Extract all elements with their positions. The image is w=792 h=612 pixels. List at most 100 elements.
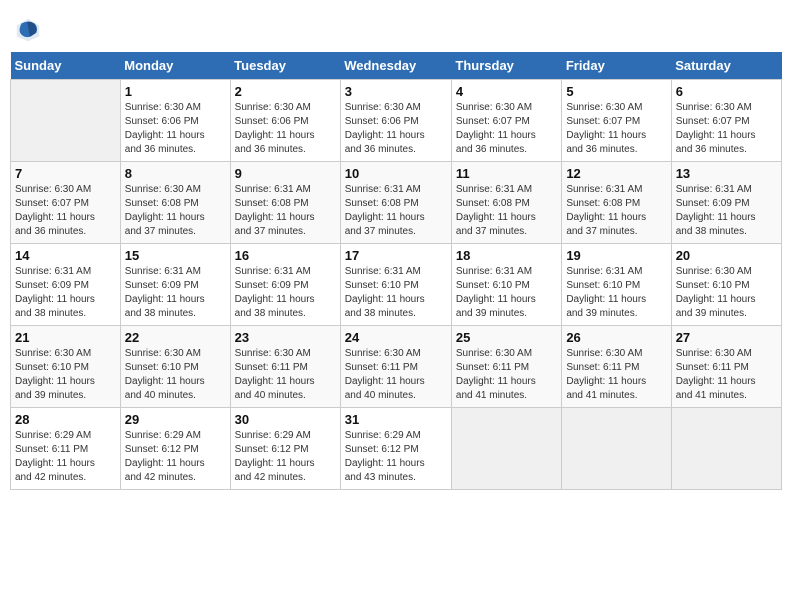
day-number: 8 (125, 166, 226, 181)
day-number: 4 (456, 84, 557, 99)
header-sunday: Sunday (11, 52, 121, 80)
day-number: 3 (345, 84, 447, 99)
day-info: Sunrise: 6:31 AM Sunset: 6:08 PM Dayligh… (235, 183, 336, 239)
calendar-cell: 24 Sunrise: 6:30 AM Sunset: 6:11 PM Dayli… (340, 326, 451, 408)
day-number: 16 (235, 248, 336, 263)
calendar-cell: 13Sunrise: 6:31 AM Sunset: 6:09 PM Dayli… (671, 162, 781, 244)
day-number: 13 (676, 166, 777, 181)
calendar-cell: 1 Sunrise: 6:30 AM Sunset: 6:06 PM Daylig… (120, 80, 230, 162)
day-number: 27 (676, 330, 777, 345)
calendar-week-row: 1 Sunrise: 6:30 AM Sunset: 6:06 PM Daylig… (11, 80, 782, 162)
calendar-cell: 20 Sunrise: 6:30 AM Sunset: 6:10 PM Dayli… (671, 244, 781, 326)
calendar-cell: 4 Sunrise: 6:30 AM Sunset: 6:07 PM Daylig… (451, 80, 561, 162)
day-number: 18 (456, 248, 557, 263)
day-info: Sunrise: 6:30 AM Sunset: 6:07 PM Dayligh… (456, 101, 557, 157)
day-info: Sunrise: 6:30 AM Sunset: 6:11 PM Dayligh… (456, 347, 557, 403)
calendar-cell: 28 Sunrise: 6:29 AM Sunset: 6:11 PM Dayli… (11, 408, 121, 490)
day-info: Sunrise: 6:30 AM Sunset: 6:06 PM Dayligh… (345, 101, 447, 157)
calendar-cell: 31 Sunrise: 6:29 AM Sunset: 6:12 PM Dayli… (340, 408, 451, 490)
calendar-cell: 27 Sunrise: 6:30 AM Sunset: 6:11 PM Dayli… (671, 326, 781, 408)
calendar-week-row: 21Sunrise: 6:30 AM Sunset: 6:10 PM Dayli… (11, 326, 782, 408)
day-number: 31 (345, 412, 447, 427)
day-number: 10 (345, 166, 447, 181)
header-monday: Monday (120, 52, 230, 80)
calendar-cell: 5Sunrise: 6:30 AM Sunset: 6:07 PM Daylig… (562, 80, 671, 162)
calendar-cell: 8 Sunrise: 6:30 AM Sunset: 6:08 PM Daylig… (120, 162, 230, 244)
day-number: 6 (676, 84, 777, 99)
day-info: Sunrise: 6:31 AM Sunset: 6:08 PM Dayligh… (566, 183, 666, 239)
calendar-cell: 12 Sunrise: 6:31 AM Sunset: 6:08 PM Dayli… (562, 162, 671, 244)
calendar-cell (562, 408, 671, 490)
header-thursday: Thursday (451, 52, 561, 80)
day-number: 19 (566, 248, 666, 263)
calendar-cell (671, 408, 781, 490)
calendar-cell: 19 Sunrise: 6:31 AM Sunset: 6:10 PM Dayli… (562, 244, 671, 326)
day-info: Sunrise: 6:31 AM Sunset: 6:10 PM Dayligh… (456, 265, 557, 321)
day-info: Sunrise: 6:30 AM Sunset: 6:11 PM Dayligh… (676, 347, 777, 403)
logo-icon (14, 16, 42, 44)
header-saturday: Saturday (671, 52, 781, 80)
calendar-cell: 14 Sunrise: 6:31 AM Sunset: 6:09 PM Dayli… (11, 244, 121, 326)
calendar-cell: 18 Sunrise: 6:31 AM Sunset: 6:10 PM Dayli… (451, 244, 561, 326)
day-number: 9 (235, 166, 336, 181)
calendar-cell: 21Sunrise: 6:30 AM Sunset: 6:10 PM Dayli… (11, 326, 121, 408)
day-info: Sunrise: 6:31 AM Sunset: 6:08 PM Dayligh… (345, 183, 447, 239)
day-number: 1 (125, 84, 226, 99)
day-number: 20 (676, 248, 777, 263)
day-info: Sunrise: 6:29 AM Sunset: 6:12 PM Dayligh… (235, 429, 336, 485)
calendar-cell: 29Sunrise: 6:29 AM Sunset: 6:12 PM Dayli… (120, 408, 230, 490)
day-info: Sunrise: 6:30 AM Sunset: 6:08 PM Dayligh… (125, 183, 226, 239)
day-info: Sunrise: 6:30 AM Sunset: 6:11 PM Dayligh… (235, 347, 336, 403)
calendar-cell: 6 Sunrise: 6:30 AM Sunset: 6:07 PM Daylig… (671, 80, 781, 162)
day-number: 22 (125, 330, 226, 345)
calendar-cell (451, 408, 561, 490)
day-number: 14 (15, 248, 116, 263)
calendar-table: SundayMondayTuesdayWednesdayThursdayFrid… (10, 52, 782, 490)
day-info: Sunrise: 6:30 AM Sunset: 6:06 PM Dayligh… (125, 101, 226, 157)
day-number: 2 (235, 84, 336, 99)
day-info: Sunrise: 6:30 AM Sunset: 6:07 PM Dayligh… (15, 183, 116, 239)
day-info: Sunrise: 6:29 AM Sunset: 6:12 PM Dayligh… (345, 429, 447, 485)
day-info: Sunrise: 6:30 AM Sunset: 6:07 PM Dayligh… (676, 101, 777, 157)
day-info: Sunrise: 6:29 AM Sunset: 6:11 PM Dayligh… (15, 429, 116, 485)
calendar-cell: 16Sunrise: 6:31 AM Sunset: 6:09 PM Dayli… (230, 244, 340, 326)
day-number: 28 (15, 412, 116, 427)
calendar-cell: 3 Sunrise: 6:30 AM Sunset: 6:06 PM Daylig… (340, 80, 451, 162)
day-number: 15 (125, 248, 226, 263)
page-header (10, 10, 782, 44)
calendar-cell: 9 Sunrise: 6:31 AM Sunset: 6:08 PM Daylig… (230, 162, 340, 244)
day-info: Sunrise: 6:30 AM Sunset: 6:06 PM Dayligh… (235, 101, 336, 157)
calendar-cell: 22Sunrise: 6:30 AM Sunset: 6:10 PM Dayli… (120, 326, 230, 408)
day-number: 11 (456, 166, 557, 181)
day-number: 7 (15, 166, 116, 181)
day-number: 12 (566, 166, 666, 181)
day-info: Sunrise: 6:31 AM Sunset: 6:09 PM Dayligh… (125, 265, 226, 321)
calendar-cell: 23 Sunrise: 6:30 AM Sunset: 6:11 PM Dayli… (230, 326, 340, 408)
day-info: Sunrise: 6:29 AM Sunset: 6:12 PM Dayligh… (125, 429, 226, 485)
calendar-cell (11, 80, 121, 162)
day-info: Sunrise: 6:30 AM Sunset: 6:07 PM Dayligh… (566, 101, 666, 157)
calendar-header-row: SundayMondayTuesdayWednesdayThursdayFrid… (11, 52, 782, 80)
header-friday: Friday (562, 52, 671, 80)
calendar-cell: 30Sunrise: 6:29 AM Sunset: 6:12 PM Dayli… (230, 408, 340, 490)
day-info: Sunrise: 6:30 AM Sunset: 6:11 PM Dayligh… (566, 347, 666, 403)
day-info: Sunrise: 6:30 AM Sunset: 6:10 PM Dayligh… (676, 265, 777, 321)
day-info: Sunrise: 6:31 AM Sunset: 6:09 PM Dayligh… (15, 265, 116, 321)
calendar-cell: 17Sunrise: 6:31 AM Sunset: 6:10 PM Dayli… (340, 244, 451, 326)
calendar-week-row: 28 Sunrise: 6:29 AM Sunset: 6:11 PM Dayli… (11, 408, 782, 490)
day-number: 24 (345, 330, 447, 345)
calendar-cell: 15 Sunrise: 6:31 AM Sunset: 6:09 PM Dayli… (120, 244, 230, 326)
day-number: 21 (15, 330, 116, 345)
day-number: 23 (235, 330, 336, 345)
calendar-cell: 10 Sunrise: 6:31 AM Sunset: 6:08 PM Dayli… (340, 162, 451, 244)
calendar-cell: 25 Sunrise: 6:30 AM Sunset: 6:11 PM Dayli… (451, 326, 561, 408)
day-info: Sunrise: 6:31 AM Sunset: 6:10 PM Dayligh… (345, 265, 447, 321)
day-info: Sunrise: 6:31 AM Sunset: 6:08 PM Dayligh… (456, 183, 557, 239)
day-number: 25 (456, 330, 557, 345)
header-tuesday: Tuesday (230, 52, 340, 80)
day-info: Sunrise: 6:30 AM Sunset: 6:11 PM Dayligh… (345, 347, 447, 403)
day-info: Sunrise: 6:31 AM Sunset: 6:10 PM Dayligh… (566, 265, 666, 321)
day-number: 26 (566, 330, 666, 345)
header-wednesday: Wednesday (340, 52, 451, 80)
calendar-cell: 7 Sunrise: 6:30 AM Sunset: 6:07 PM Daylig… (11, 162, 121, 244)
